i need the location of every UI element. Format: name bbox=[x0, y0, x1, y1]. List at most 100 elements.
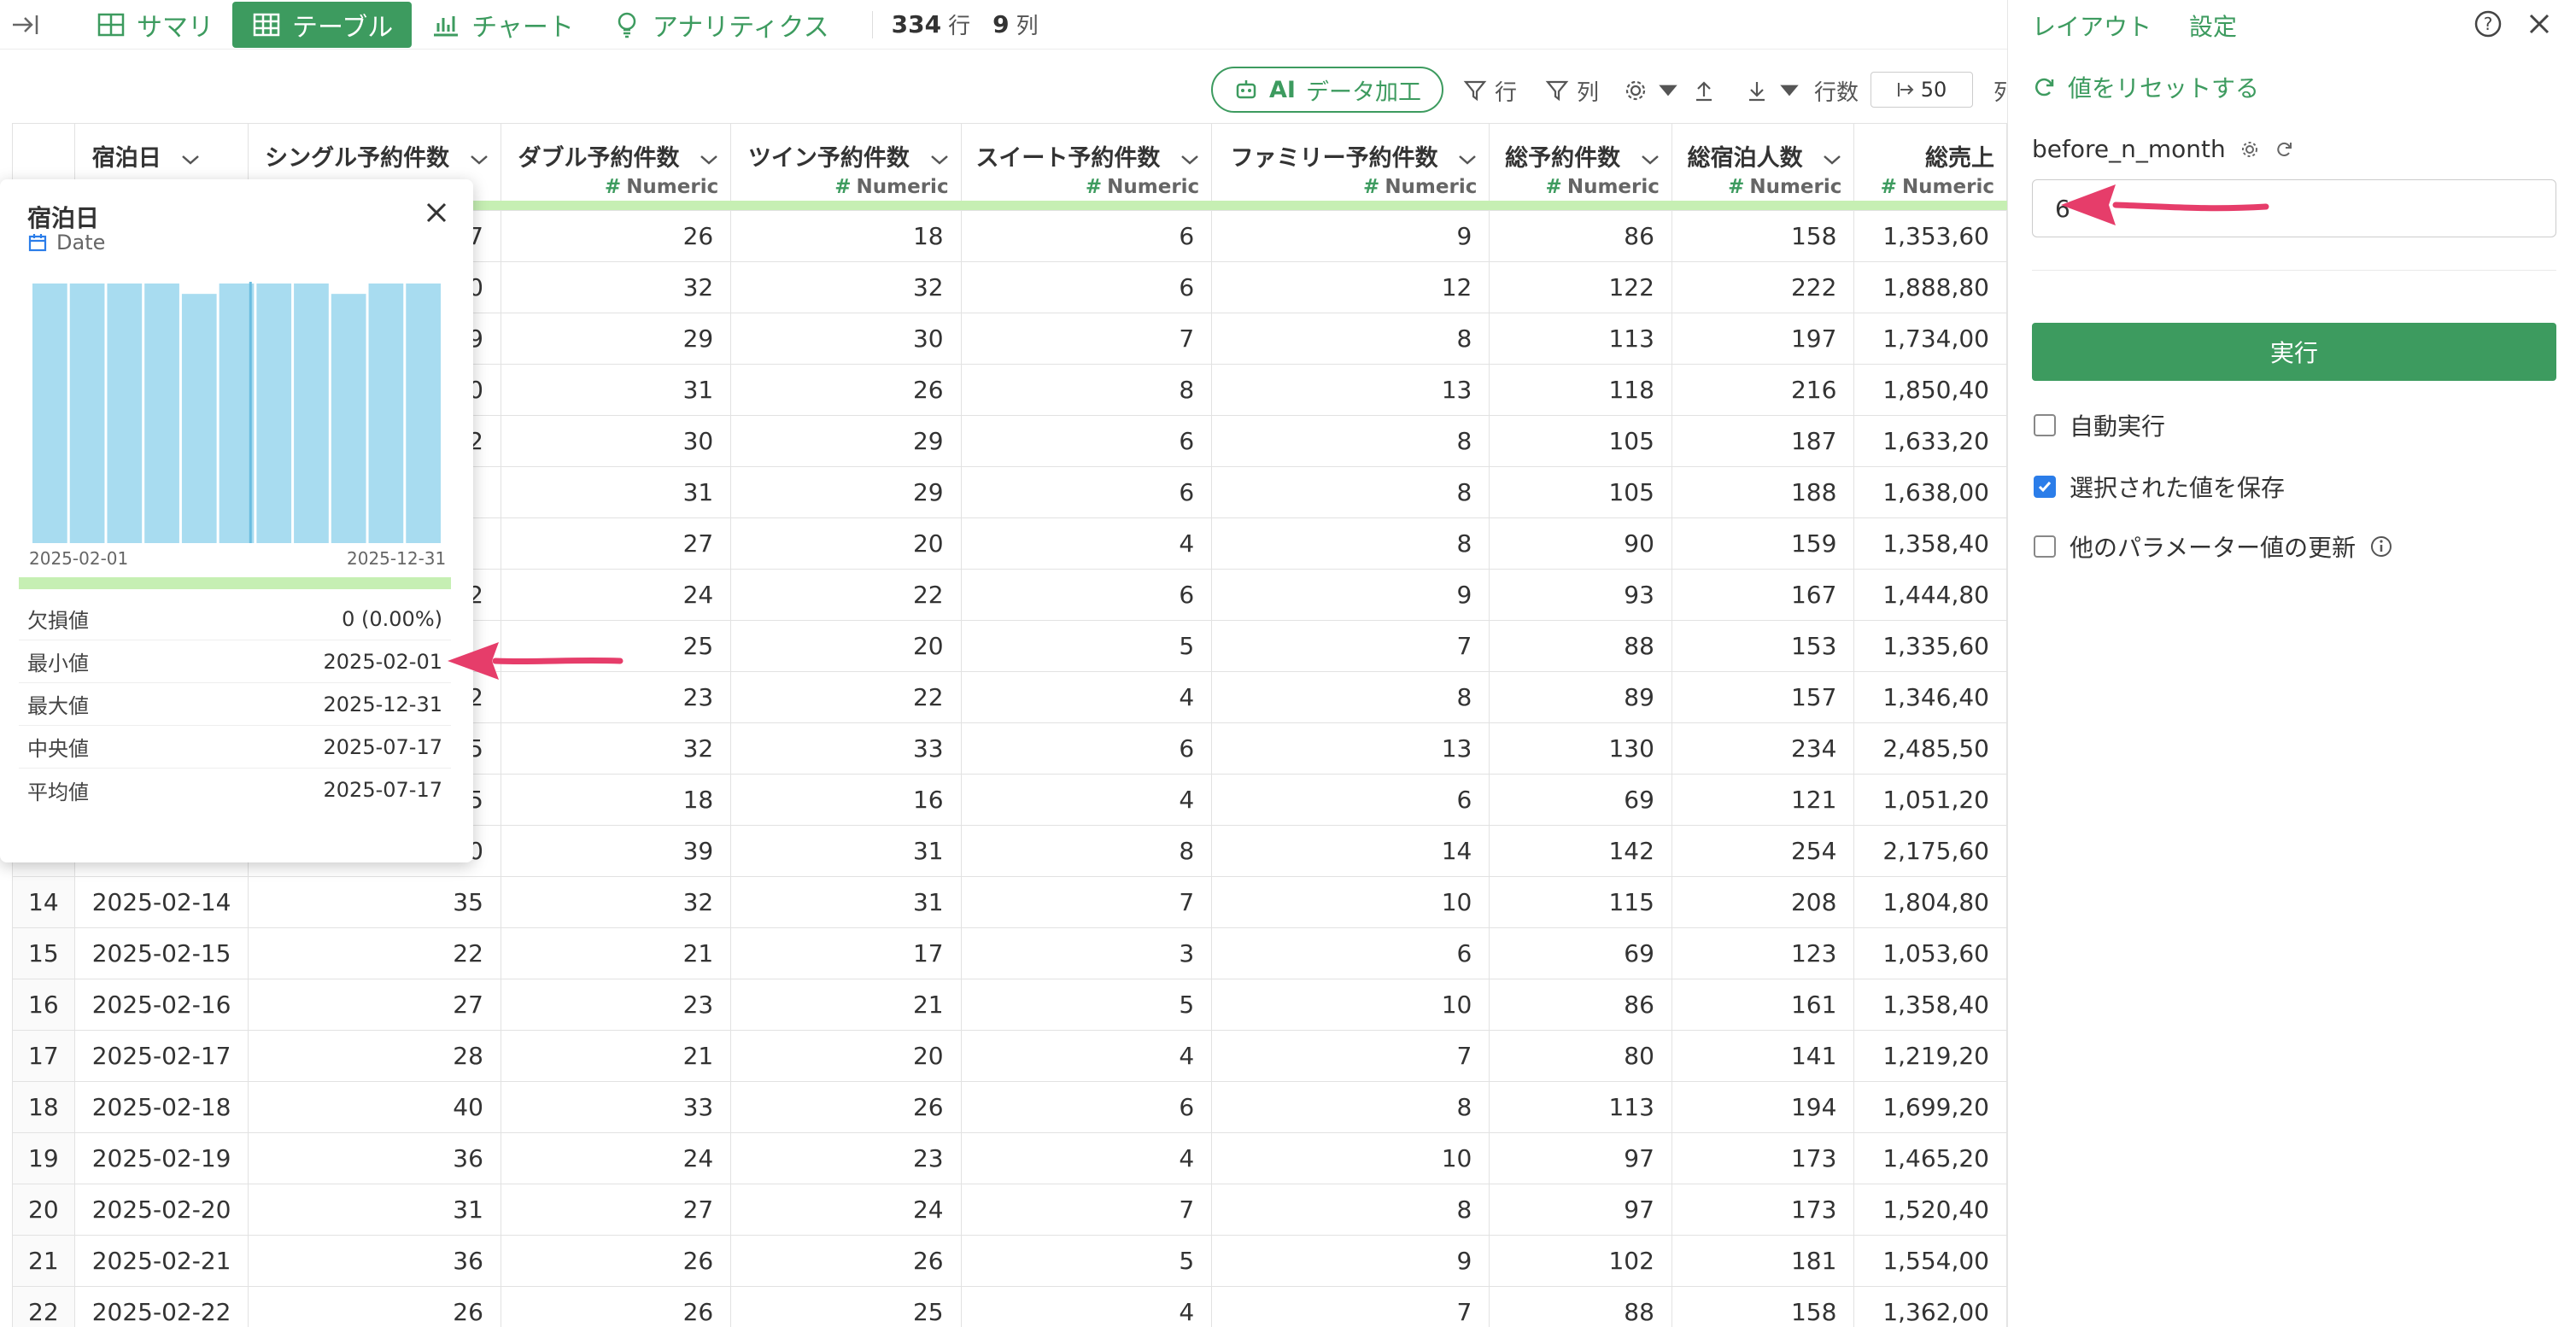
table-cell[interactable]: 2025-02-17 bbox=[73, 1030, 249, 1082]
table-cell[interactable]: 13 bbox=[1211, 364, 1490, 416]
rows-count-input[interactable]: 50 bbox=[1871, 72, 1973, 108]
close-icon[interactable] bbox=[2524, 9, 2555, 39]
table-cell[interactable]: 115 bbox=[1489, 876, 1672, 928]
table-cell[interactable]: 6 bbox=[960, 261, 1213, 313]
table-cell[interactable]: 33 bbox=[500, 1081, 732, 1133]
table-cell[interactable]: 158 bbox=[1671, 210, 1855, 262]
chevron-down-icon[interactable] bbox=[470, 154, 489, 166]
table-cell[interactable]: 130 bbox=[1489, 722, 1672, 775]
table-cell[interactable]: 31 bbox=[730, 876, 962, 928]
table-cell[interactable]: 8 bbox=[960, 825, 1213, 877]
row-filter-button[interactable]: 行 bbox=[1462, 73, 1517, 108]
save-selected-checkbox[interactable] bbox=[2034, 476, 2056, 498]
table-cell[interactable]: 8 bbox=[1211, 1081, 1490, 1133]
chevron-down-icon[interactable] bbox=[700, 154, 718, 166]
table-cell[interactable]: 10 bbox=[1211, 979, 1490, 1031]
table-cell[interactable]: 1,465,20 bbox=[1853, 1132, 2007, 1184]
histogram-bar[interactable] bbox=[256, 284, 292, 543]
table-cell[interactable]: 173 bbox=[1671, 1184, 1855, 1236]
table-cell[interactable]: 32 bbox=[730, 261, 962, 313]
table-cell[interactable]: 9 bbox=[1211, 569, 1490, 621]
table-cell[interactable]: 26 bbox=[500, 1235, 732, 1287]
table-cell[interactable]: 21 bbox=[500, 927, 732, 979]
table-cell[interactable]: 4 bbox=[960, 774, 1213, 826]
table-cell[interactable]: 157 bbox=[1671, 671, 1855, 723]
download-dropdown[interactable] bbox=[1744, 73, 1802, 108]
table-cell[interactable]: 89 bbox=[1489, 671, 1672, 723]
table-cell[interactable]: 2025-02-14 bbox=[73, 876, 249, 928]
table-cell[interactable]: 4 bbox=[960, 1030, 1213, 1082]
table-cell[interactable]: 6 bbox=[960, 415, 1213, 467]
table-cell[interactable]: 31 bbox=[500, 466, 732, 518]
table-cell[interactable]: 2,485,50 bbox=[1853, 722, 2007, 775]
table-cell[interactable]: 32 bbox=[500, 722, 732, 775]
table-cell[interactable]: 8 bbox=[1211, 415, 1490, 467]
table-cell[interactable]: 21 bbox=[500, 1030, 732, 1082]
tab-table[interactable]: テーブル bbox=[232, 1, 413, 48]
histogram-bar[interactable] bbox=[368, 284, 404, 543]
close-icon[interactable] bbox=[422, 198, 451, 227]
table-cell[interactable]: 167 bbox=[1671, 569, 1855, 621]
histogram-bar[interactable] bbox=[107, 284, 143, 543]
table-cell[interactable]: 4 bbox=[960, 671, 1213, 723]
table-cell[interactable]: 6 bbox=[960, 210, 1213, 262]
gear-icon[interactable] bbox=[2239, 139, 2260, 160]
table-cell[interactable]: 159 bbox=[1671, 517, 1855, 570]
table-cell[interactable]: 24 bbox=[500, 1132, 732, 1184]
table-cell[interactable]: 4 bbox=[960, 1286, 1213, 1327]
histogram-bar[interactable] bbox=[181, 294, 217, 543]
table-cell[interactable]: 2025-02-21 bbox=[73, 1235, 249, 1287]
table-cell[interactable]: 26 bbox=[248, 1286, 501, 1327]
table-cell[interactable]: 30 bbox=[500, 415, 732, 467]
table-cell[interactable]: 20 bbox=[730, 517, 962, 570]
chevron-down-icon[interactable] bbox=[1823, 154, 1841, 166]
table-cell[interactable]: 122 bbox=[1489, 261, 1672, 313]
table-cell[interactable]: 97 bbox=[1489, 1184, 1672, 1236]
table-cell[interactable]: 173 bbox=[1671, 1132, 1855, 1184]
table-cell[interactable]: 36 bbox=[248, 1235, 501, 1287]
table-cell[interactable]: 24 bbox=[730, 1184, 962, 1236]
ai-data-processing-button[interactable]: AI データ加工 bbox=[1211, 67, 1443, 113]
table-cell[interactable]: 188 bbox=[1671, 466, 1855, 518]
table-cell[interactable]: 161 bbox=[1671, 979, 1855, 1031]
table-cell[interactable]: 27 bbox=[500, 517, 732, 570]
table-cell[interactable]: 8 bbox=[960, 364, 1213, 416]
table-cell[interactable]: 10 bbox=[1211, 876, 1490, 928]
table-cell[interactable]: 14 bbox=[1211, 825, 1490, 877]
refresh-icon[interactable] bbox=[2274, 139, 2294, 160]
table-cell[interactable]: 6 bbox=[1211, 774, 1490, 826]
table-cell[interactable]: 20 bbox=[730, 1030, 962, 1082]
table-cell[interactable]: 97 bbox=[1489, 1132, 1672, 1184]
table-cell[interactable]: 26 bbox=[730, 1081, 962, 1133]
table-cell[interactable]: 31 bbox=[730, 825, 962, 877]
table-cell[interactable]: 39 bbox=[500, 825, 732, 877]
chevron-down-icon[interactable] bbox=[181, 154, 200, 166]
table-cell[interactable]: 141 bbox=[1671, 1030, 1855, 1082]
table-cell[interactable]: 2025-02-19 bbox=[73, 1132, 249, 1184]
table-cell[interactable]: 4 bbox=[960, 1132, 1213, 1184]
table-cell[interactable]: 32 bbox=[500, 261, 732, 313]
table-cell[interactable]: 7 bbox=[960, 1184, 1213, 1236]
column-header[interactable]: 総予約件数 # Numeric bbox=[1489, 123, 1672, 201]
table-cell[interactable]: 28 bbox=[248, 1030, 501, 1082]
table-cell[interactable]: 80 bbox=[1489, 1030, 1672, 1082]
table-cell[interactable]: 2025-02-15 bbox=[73, 927, 249, 979]
table-cell[interactable]: 8 bbox=[1211, 466, 1490, 518]
table-cell[interactable]: 102 bbox=[1489, 1235, 1672, 1287]
table-cell[interactable]: 13 bbox=[1211, 722, 1490, 775]
table-cell[interactable]: 8 bbox=[1211, 313, 1490, 365]
expand-sidebar-button[interactable] bbox=[9, 8, 43, 42]
table-cell[interactable]: 1,362,00 bbox=[1853, 1286, 2007, 1327]
table-cell[interactable]: 69 bbox=[1489, 927, 1672, 979]
update-others-option[interactable]: 他のパラメーター値の更新 bbox=[2034, 529, 2393, 564]
table-cell[interactable]: 7 bbox=[1211, 1030, 1490, 1082]
table-cell[interactable]: 1,335,60 bbox=[1853, 620, 2007, 672]
table-cell[interactable]: 222 bbox=[1671, 261, 1855, 313]
table-cell[interactable]: 5 bbox=[960, 979, 1213, 1031]
table-cell[interactable]: 142 bbox=[1489, 825, 1672, 877]
auto-run-checkbox[interactable] bbox=[2034, 414, 2056, 436]
table-cell[interactable]: 6 bbox=[960, 1081, 1213, 1133]
table-cell[interactable]: 24 bbox=[500, 569, 732, 621]
chevron-down-icon[interactable] bbox=[930, 154, 949, 166]
column-header[interactable]: ダブル予約件数 # Numeric bbox=[500, 123, 732, 201]
